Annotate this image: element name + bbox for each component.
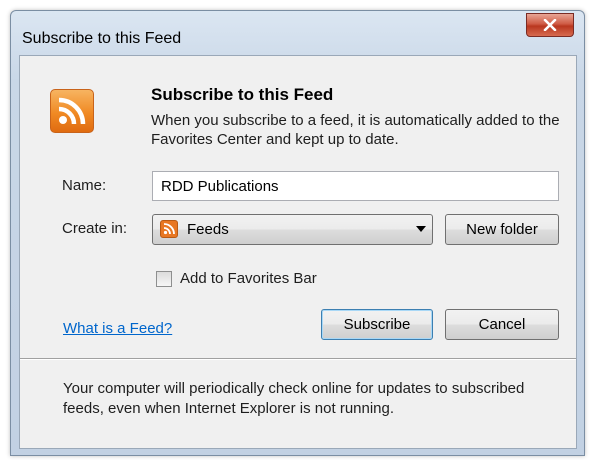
- name-label: Name:: [62, 177, 107, 194]
- dropdown-arrow-icon: [416, 226, 426, 232]
- feeds-folder-icon: [160, 220, 178, 238]
- new-folder-label: New folder: [466, 221, 538, 238]
- dialog-heading: Subscribe to this Feed: [151, 85, 334, 104]
- new-folder-button[interactable]: New folder: [445, 214, 559, 245]
- title-bar[interactable]: Subscribe to this Feed: [11, 11, 584, 47]
- subscribe-button[interactable]: Subscribe: [321, 309, 433, 340]
- add-to-favorites-bar-label[interactable]: Add to Favorites Bar: [180, 270, 317, 287]
- add-to-favorites-bar-checkbox[interactable]: [156, 271, 172, 287]
- cancel-button[interactable]: Cancel: [445, 309, 559, 340]
- footer-note: Your computer will periodically check on…: [63, 380, 525, 417]
- cancel-label: Cancel: [478, 316, 526, 333]
- close-icon: [543, 19, 557, 31]
- feed-name-input[interactable]: [152, 171, 559, 201]
- window-title: Subscribe to this Feed: [22, 30, 182, 47]
- dialog-body: Subscribe to this Feed When you subscrib…: [19, 55, 577, 449]
- dialog-description: When you subscribe to a feed, it is auto…: [151, 112, 560, 148]
- close-button[interactable]: [526, 13, 574, 37]
- create-in-dropdown[interactable]: Feeds: [152, 214, 433, 245]
- create-in-label: Create in:: [62, 220, 128, 237]
- rss-feed-icon: [50, 89, 94, 133]
- subscribe-dialog-window: Subscribe to this Feed Subscribe to this…: [10, 10, 585, 456]
- create-in-selected-value: Feeds: [187, 221, 229, 238]
- separator: [20, 358, 576, 360]
- what-is-feed-link[interactable]: What is a Feed?: [63, 320, 172, 337]
- subscribe-label: Subscribe: [343, 316, 411, 333]
